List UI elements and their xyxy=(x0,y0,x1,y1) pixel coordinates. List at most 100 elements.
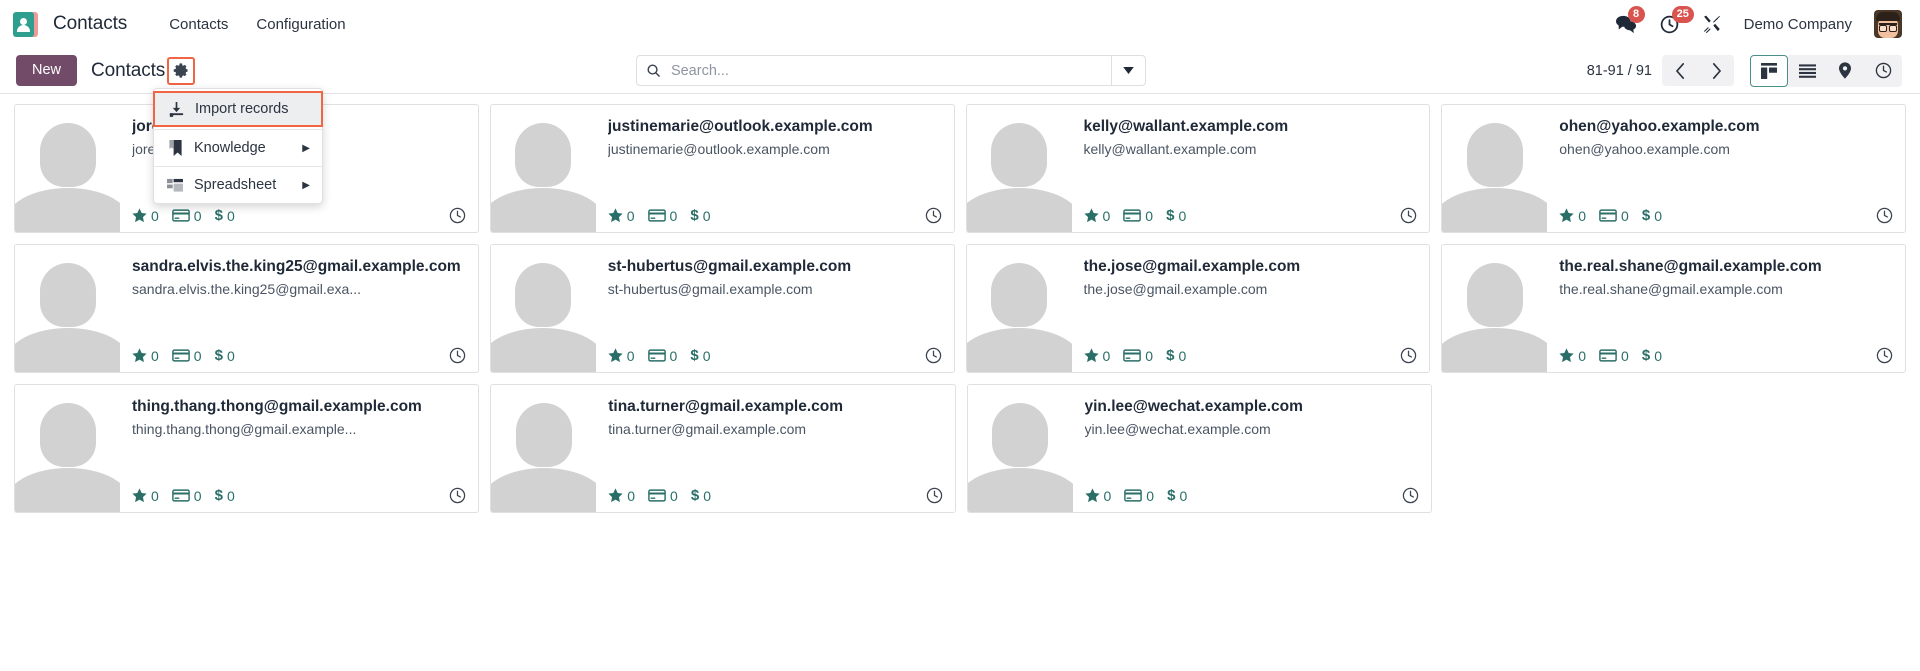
stat-amount[interactable]: $ 0 xyxy=(690,347,710,364)
stat-amount[interactable]: $ 0 xyxy=(215,347,235,364)
stat-value: 0 xyxy=(193,347,202,364)
debug-tools-button[interactable] xyxy=(1702,14,1722,34)
contact-card[interactable]: justinemarie@outlook.example.com justine… xyxy=(489,104,955,233)
stat-stars[interactable]: 0 xyxy=(132,348,159,364)
pager-previous-button[interactable] xyxy=(1662,55,1698,86)
activity-clock-icon[interactable] xyxy=(1876,207,1893,224)
stat-stars[interactable]: 0 xyxy=(608,208,635,224)
kanban-icon xyxy=(1761,62,1777,79)
activity-clock-icon[interactable] xyxy=(925,207,942,224)
dropdown-item-import-records[interactable]: Import records xyxy=(153,91,323,127)
contact-card[interactable]: sandra.elvis.the.king25@gmail.example.co… xyxy=(14,244,479,373)
stat-invoices[interactable]: 0 xyxy=(647,348,677,364)
activity-clock-icon[interactable] xyxy=(926,487,943,504)
stat-invoices[interactable]: 0 xyxy=(647,208,677,224)
stat-stars[interactable]: 0 xyxy=(1083,348,1110,364)
searchview[interactable] xyxy=(635,55,1146,86)
contact-email: sandra.elvis.the.king25@gmail.exa... xyxy=(132,281,361,298)
stat-value: 0 xyxy=(226,487,235,504)
menu-configuration[interactable]: Configuration xyxy=(246,10,355,39)
stat-value: 0 xyxy=(1178,347,1187,364)
contacts-app-icon[interactable] xyxy=(12,11,39,38)
contact-card[interactable]: the.jose@gmail.example.com the.jose@gmai… xyxy=(965,244,1431,373)
stat-amount[interactable]: $ 0 xyxy=(215,487,235,504)
stat-invoices[interactable]: 0 xyxy=(648,488,678,504)
credit-card-icon xyxy=(648,489,666,502)
stat-amount[interactable]: $ 0 xyxy=(1642,207,1662,224)
contact-card[interactable]: thing.thang.thong@gmail.example.com thin… xyxy=(14,384,480,513)
stat-invoices[interactable]: 0 xyxy=(1123,348,1153,364)
stat-stars[interactable]: 0 xyxy=(1559,348,1586,364)
activity-clock-icon[interactable] xyxy=(449,207,466,224)
menu-contacts[interactable]: Contacts xyxy=(159,10,238,39)
contact-name: the.real.shane@gmail.example.com xyxy=(1559,258,1822,275)
activity-clock-icon[interactable] xyxy=(925,347,942,364)
cog-dropdown-menu: Import records Knowledge ▶ Spreadsheet ▶ xyxy=(153,88,323,204)
card-footer: 0 0 $ 0 xyxy=(132,207,466,226)
search-input[interactable] xyxy=(670,56,1111,85)
stat-stars[interactable]: 0 xyxy=(132,208,159,224)
activity-clock-icon[interactable] xyxy=(449,347,466,364)
contact-card[interactable]: ohen@yahoo.example.com ohen@yahoo.exampl… xyxy=(1441,104,1906,233)
activity-clock-icon[interactable] xyxy=(1400,347,1417,364)
stat-invoices[interactable]: 0 xyxy=(171,347,202,364)
stat-amount[interactable]: $ 0 xyxy=(1166,207,1186,224)
stat-value: 0 xyxy=(626,207,635,224)
company-switcher[interactable]: Demo Company xyxy=(1744,16,1852,33)
pager-next-button[interactable] xyxy=(1698,55,1734,86)
credit-card-icon xyxy=(171,489,190,502)
view-map-button[interactable] xyxy=(1826,54,1864,87)
dollar-icon: $ xyxy=(1641,347,1651,364)
activity-clock-icon[interactable] xyxy=(1402,487,1419,504)
avatar xyxy=(1442,245,1548,372)
gear-icon[interactable] xyxy=(167,56,196,85)
stat-amount[interactable]: $ 0 xyxy=(690,207,710,224)
stat-stars[interactable]: 0 xyxy=(1084,488,1111,504)
dollar-icon: $ xyxy=(690,347,699,364)
card-body: ohen@yahoo.example.com ohen@yahoo.exampl… xyxy=(1547,105,1905,232)
star-icon xyxy=(1559,348,1574,363)
search-dropdown-toggle[interactable] xyxy=(1110,56,1145,85)
stat-stars[interactable]: 0 xyxy=(1559,208,1586,224)
stat-invoices[interactable]: 0 xyxy=(171,488,202,504)
messages-menu-button[interactable]: 8 xyxy=(1615,6,1645,34)
stat-invoices[interactable]: 0 xyxy=(1599,348,1629,364)
view-list-button[interactable] xyxy=(1788,54,1826,87)
stat-value: 0 xyxy=(626,347,635,364)
stat-invoices[interactable]: 0 xyxy=(171,208,202,224)
contact-card[interactable]: kelly@wallant.example.com kelly@wallant.… xyxy=(965,104,1431,233)
dropdown-separator-2 xyxy=(154,166,322,167)
contact-card[interactable]: yin.lee@wechat.example.com yin.lee@wecha… xyxy=(966,384,1432,513)
stat-stars[interactable]: 0 xyxy=(608,488,635,504)
activity-clock-icon[interactable] xyxy=(449,487,466,504)
contact-card[interactable]: st-hubertus@gmail.example.com st-hubertu… xyxy=(489,244,955,373)
stat-amount[interactable]: $ 0 xyxy=(1167,487,1187,504)
search-area xyxy=(195,55,1586,86)
stat-amount[interactable]: $ 0 xyxy=(1166,347,1186,364)
contact-card[interactable]: the.real.shane@gmail.example.com the.rea… xyxy=(1441,244,1906,373)
stat-value: 0 xyxy=(1578,347,1587,364)
stat-amount[interactable]: $ 0 xyxy=(691,487,711,504)
stat-invoices[interactable]: 0 xyxy=(1124,488,1154,504)
new-button[interactable]: New xyxy=(16,54,78,87)
activity-clock-icon[interactable] xyxy=(1400,207,1417,224)
dropdown-item-spreadsheet[interactable]: Spreadsheet ▶ xyxy=(154,169,322,201)
contact-card[interactable]: tina.turner@gmail.example.com tina.turne… xyxy=(490,384,956,513)
activities-menu-button[interactable]: 25 xyxy=(1659,5,1694,35)
stat-stars[interactable]: 0 xyxy=(1083,208,1110,224)
stat-stars[interactable]: 0 xyxy=(608,348,635,364)
avatar xyxy=(966,105,1072,232)
stat-invoices[interactable]: 0 xyxy=(1123,208,1153,224)
stat-amount[interactable]: $ 0 xyxy=(215,207,235,224)
stat-invoices[interactable]: 0 xyxy=(1599,208,1629,224)
stat-value: 0 xyxy=(703,487,711,504)
view-activity-button[interactable] xyxy=(1864,54,1902,87)
user-avatar[interactable] xyxy=(1874,10,1902,38)
credit-card-icon xyxy=(171,209,190,222)
dropdown-item-knowledge[interactable]: Knowledge ▶ xyxy=(154,132,322,164)
stat-stars[interactable]: 0 xyxy=(132,488,159,504)
stat-amount[interactable]: $ 0 xyxy=(1642,347,1662,364)
stat-value: 0 xyxy=(1146,487,1155,504)
activity-clock-icon[interactable] xyxy=(1876,347,1893,364)
view-kanban-button[interactable] xyxy=(1750,54,1788,87)
